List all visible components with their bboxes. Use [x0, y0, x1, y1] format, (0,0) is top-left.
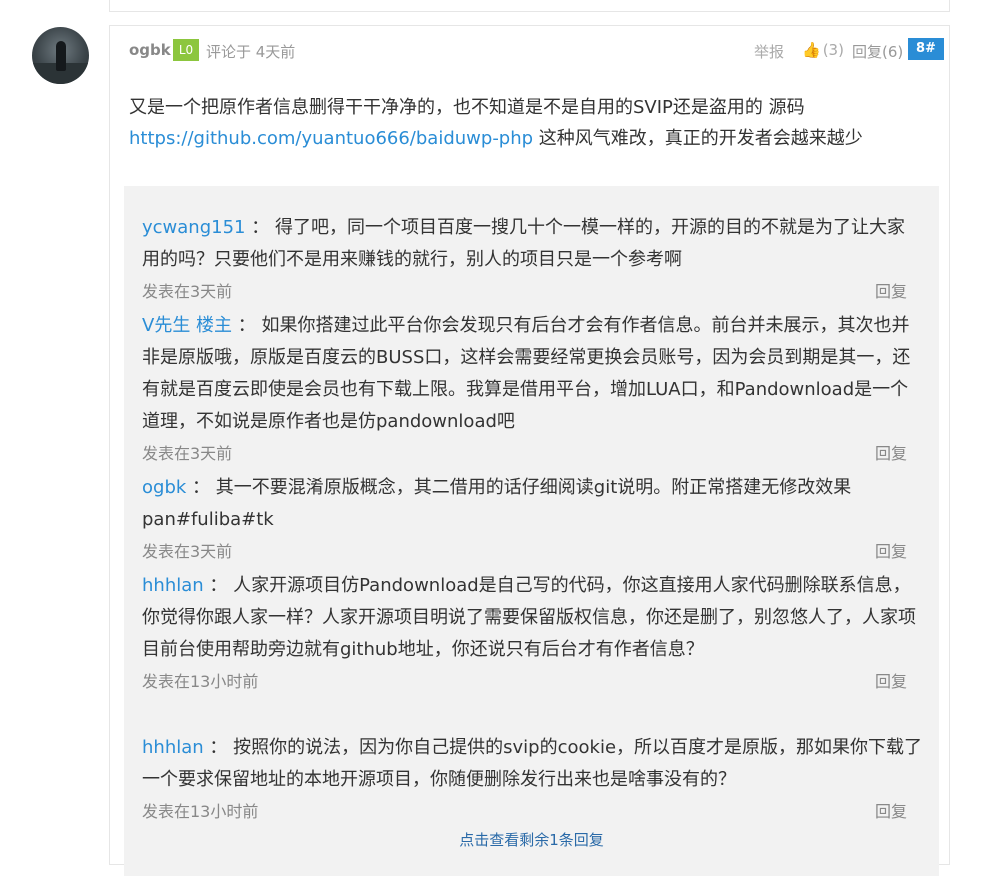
reply-separator: ：	[251, 217, 270, 238]
reply-body: 其一不要混淆原版概念，其二借用的话仔细阅读git说明。附正常搭建无修改效果pan…	[142, 477, 852, 530]
avatar-figure	[56, 41, 66, 71]
reply-text: hhhlan ： 人家开源项目仿Pandownload是自己写的代码，你这直接用…	[142, 570, 922, 666]
user-level-badge: L0	[173, 39, 199, 61]
reply-item: hhhlan ： 按照你的说法，因为你自己提供的svip的cookie，所以百度…	[142, 732, 922, 824]
reply-author[interactable]: hhhlan	[142, 737, 204, 758]
like-count: (3)	[822, 41, 844, 59]
reply-item: hhhlan ： 人家开源项目仿Pandownload是自己写的代码，你这直接用…	[142, 570, 922, 694]
avatar[interactable]	[32, 27, 89, 84]
reply-separator: ：	[209, 737, 228, 758]
reply-item: ogbk ： 其一不要混淆原版概念，其二借用的话仔细阅读git说明。附正常搭建无…	[142, 472, 922, 564]
reply-item: ycwang151 ： 得了吧，同一个项目百度一搜几十个一模一样的，开源的目的不…	[142, 212, 922, 304]
reply-separator: ：	[192, 477, 211, 498]
floor-badge: 8#	[908, 38, 944, 60]
previous-comment-card	[109, 0, 950, 12]
reply-button[interactable]: 回复	[875, 798, 907, 822]
reply-button[interactable]: 回复	[875, 538, 907, 562]
reply-body: 人家开源项目仿Pandownload是自己写的代码，你这直接用人家代码删除联系信…	[142, 575, 916, 660]
reply-text: ycwang151 ： 得了吧，同一个项目百度一搜几十个一模一样的，开源的目的不…	[142, 212, 922, 276]
reply-text: hhhlan ： 按照你的说法，因为你自己提供的svip的cookie，所以百度…	[142, 732, 922, 796]
comment-header: ogbk L0 评论于 4天前 举报 👍 (3) 回复(6) 8#	[129, 38, 944, 62]
reply-button[interactable]: 回复	[875, 278, 907, 302]
comment-author[interactable]: ogbk	[129, 41, 171, 59]
reply-footer: 发表在3天前 回复	[142, 276, 922, 304]
reply-footer: 发表在13小时前 回复	[142, 666, 922, 694]
reply-author[interactable]: V先生 楼主	[142, 315, 232, 336]
reply-footer: 发表在3天前 回复	[142, 536, 922, 564]
reply-item: V先生 楼主 ： 如果你搭建过此平台你会发现只有后台才会有作者信息。前台并未展示…	[142, 310, 922, 466]
comment-meta: 评论于 4天前	[206, 43, 296, 61]
source-link[interactable]: https://github.com/yuantuo666/baiduwp-ph…	[129, 128, 533, 149]
reply-body: 如果你搭建过此平台你会发现只有后台才会有作者信息。前台并未展示，其次也并非是原版…	[142, 315, 911, 432]
reply-separator: ：	[209, 575, 228, 596]
reply-body: 按照你的说法，因为你自己提供的svip的cookie，所以百度才是原版，那如果你…	[142, 737, 923, 790]
reply-footer: 发表在3天前 回复	[142, 438, 922, 466]
reply-time: 发表在13小时前	[142, 802, 259, 821]
reply-text: ogbk ： 其一不要混淆原版概念，其二借用的话仔细阅读git说明。附正常搭建无…	[142, 472, 922, 536]
reply-author[interactable]: ycwang151	[142, 217, 246, 238]
reply-author[interactable]: ogbk	[142, 477, 186, 498]
thumbs-up-icon: 👍	[802, 41, 821, 59]
comment-text-end: 这种风气难改，真正的开发者会越来越少	[533, 128, 863, 149]
show-more-replies-link[interactable]: 点击查看剩余1条回复	[124, 829, 939, 850]
reply-button[interactable]: 回复	[875, 668, 907, 692]
reply-author[interactable]: hhhlan	[142, 575, 204, 596]
reply-text: V先生 楼主 ： 如果你搭建过此平台你会发现只有后台才会有作者信息。前台并未展示…	[142, 310, 922, 438]
reply-time: 发表在13小时前	[142, 672, 259, 691]
reply-time: 发表在3天前	[142, 444, 233, 463]
reply-separator: ：	[237, 315, 256, 336]
reply-button[interactable]: 回复(6)	[852, 41, 903, 62]
like-button[interactable]: 👍 (3)	[802, 41, 844, 59]
reply-time: 发表在3天前	[142, 542, 233, 561]
comment-text: 又是一个把原作者信息删得干干净净的，也不知道是不是自用的SVIP还是盗用的 源码	[129, 97, 805, 118]
comment-content: 又是一个把原作者信息删得干干净净的，也不知道是不是自用的SVIP还是盗用的 源码…	[129, 92, 929, 154]
report-button[interactable]: 举报	[754, 41, 784, 62]
comment-card: ogbk L0 评论于 4天前 举报 👍 (3) 回复(6) 8# 又是一个把原作…	[109, 25, 950, 876]
reply-footer: 发表在13小时前 回复	[142, 796, 922, 824]
reply-time: 发表在3天前	[142, 282, 233, 301]
reply-list: ycwang151 ： 得了吧，同一个项目百度一搜几十个一模一样的，开源的目的不…	[124, 186, 939, 876]
reply-button[interactable]: 回复	[875, 440, 907, 464]
